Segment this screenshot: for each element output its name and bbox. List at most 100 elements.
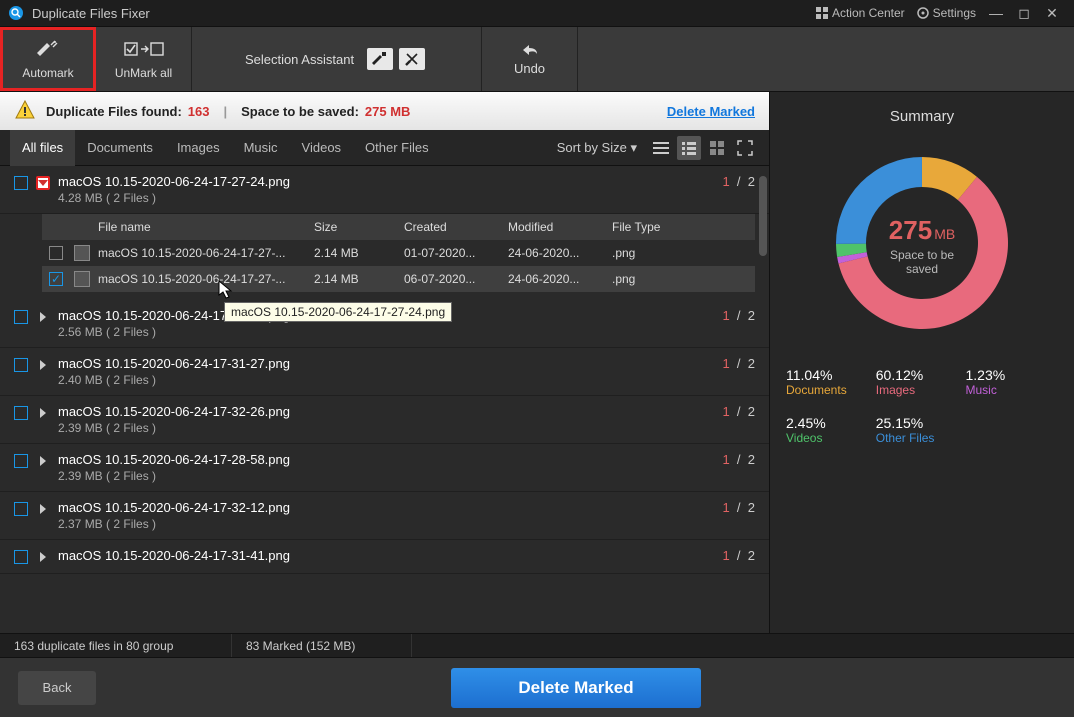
group-count: 1 / 2 [722, 500, 755, 515]
delete-marked-link[interactable]: Delete Marked [667, 104, 755, 119]
file-modified: 24-06-2020... [508, 246, 612, 260]
file-row[interactable]: macOS 10.15-2020-06-24-17-27-... 2.14 MB… [42, 240, 755, 266]
status-marked: 83 Marked (152 MB) [232, 634, 412, 657]
back-button[interactable]: Back [18, 671, 96, 705]
maximize-button[interactable]: ◻ [1010, 5, 1038, 22]
group-name: macOS 10.15-2020-06-24-17-28-58.png [58, 452, 722, 467]
bottom-bar: Back Delete Marked [0, 657, 1074, 717]
view-fullscreen-icon[interactable] [733, 136, 757, 160]
settings-button[interactable]: Settings [917, 6, 976, 20]
info-bar: Duplicate Files found: 163 | Space to be… [0, 92, 769, 130]
group-checkbox[interactable] [14, 406, 28, 420]
close-button[interactable]: ✕ [1038, 5, 1066, 22]
file-list[interactable]: macOS 10.15-2020-06-24-17-27-24.png 4.28… [0, 166, 769, 633]
view-grid-icon[interactable] [705, 136, 729, 160]
file-checkbox[interactable] [49, 246, 63, 260]
donut-sublabel: Space to besaved [786, 248, 1058, 277]
space-label: Space to be saved: [241, 104, 359, 119]
settings-label: Settings [933, 6, 976, 20]
group-checkbox[interactable] [14, 454, 28, 468]
summary-category: 25.15%Other Files [876, 415, 966, 445]
group-row[interactable]: macOS 10.15-2020-06-24-17-31-27.png 2.40… [0, 348, 769, 396]
status-duplicates: 163 duplicate files in 80 group [0, 634, 232, 657]
action-center-button[interactable]: Action Center [816, 6, 905, 20]
selection-assistant-label: Selection Assistant [245, 52, 354, 67]
tab-all-files[interactable]: All files [10, 130, 75, 166]
tab-music[interactable]: Music [232, 130, 290, 166]
statusbar: 163 duplicate files in 80 group 83 Marke… [0, 633, 1074, 657]
delete-marked-button[interactable]: Delete Marked [451, 668, 701, 708]
unmark-label: UnMark all [115, 66, 172, 80]
group-meta: 2.56 MB ( 2 Files ) [58, 325, 722, 339]
group-expand-toggle[interactable] [36, 176, 50, 190]
warning-icon [14, 99, 36, 124]
tab-other-files[interactable]: Other Files [353, 130, 441, 166]
group-count: 1 / 2 [722, 308, 755, 323]
undo-icon [519, 42, 541, 61]
action-center-label: Action Center [832, 6, 905, 20]
group-expand-toggle[interactable] [36, 550, 50, 564]
tab-images[interactable]: Images [165, 130, 232, 166]
group-count: 1 / 2 [722, 452, 755, 467]
group-checkbox[interactable] [14, 550, 28, 564]
app-title: Duplicate Files Fixer [32, 6, 150, 21]
summary-category: 60.12%Images [876, 367, 966, 397]
group-row[interactable]: macOS 10.15-2020-06-24-17-31-41.png 1 / … [0, 540, 769, 574]
group-name: macOS 10.15-2020-06-24-17-31-41.png [58, 548, 722, 563]
unmark-all-button[interactable]: UnMark all [96, 27, 192, 91]
group-expand-toggle[interactable] [36, 454, 50, 468]
file-size: 2.14 MB [314, 272, 404, 286]
tab-videos[interactable]: Videos [290, 130, 354, 166]
group-checkbox[interactable] [14, 310, 28, 324]
group-row[interactable]: macOS 10.15-2020-06-24-17-32-26.png 2.39… [0, 396, 769, 444]
group-meta: 2.39 MB ( 2 Files ) [58, 421, 722, 435]
filename-tooltip: macOS 10.15-2020-06-24-17-27-24.png [224, 302, 452, 322]
file-checkbox[interactable]: ✓ [49, 272, 63, 286]
results-pane: Duplicate Files found: 163 | Space to be… [0, 92, 770, 633]
group-expand-toggle[interactable] [36, 310, 50, 324]
group-expand-toggle[interactable] [36, 358, 50, 372]
group-row[interactable]: macOS 10.15-2020-06-24-17-32-12.png 2.37… [0, 492, 769, 540]
tab-documents[interactable]: Documents [75, 130, 165, 166]
selection-assistant-button-1[interactable] [367, 48, 393, 70]
summary-title: Summary [786, 108, 1058, 125]
scrollbar[interactable] [759, 176, 767, 256]
space-value: 275 MB [365, 104, 411, 119]
view-list-icon[interactable] [649, 136, 673, 160]
donut-value: 275 [889, 215, 932, 245]
summary-categories: 11.04%Documents60.12%Images1.23%Music 2.4… [786, 367, 1058, 463]
automark-label: Automark [22, 66, 73, 80]
filter-tabs: All files Documents Images Music Videos … [0, 130, 769, 166]
file-row[interactable]: ✓ macOS 10.15-2020-06-24-17-27-... 2.14 … [42, 266, 755, 292]
group-count: 1 / 2 [722, 404, 755, 419]
summary-category: 2.45%Videos [786, 415, 876, 445]
sort-dropdown[interactable]: Sort by Size ▾ [557, 140, 637, 156]
group-meta: 2.37 MB ( 2 Files ) [58, 517, 722, 531]
minimize-button[interactable]: — [982, 5, 1010, 21]
summary-category: 1.23%Music [966, 367, 1056, 397]
group-expand-toggle[interactable] [36, 406, 50, 420]
group-row[interactable]: macOS 10.15-2020-06-24-17-27-24.png 4.28… [0, 166, 769, 214]
summary-category: 11.04%Documents [786, 367, 876, 397]
file-type-icon [70, 271, 94, 287]
group-meta: 2.39 MB ( 2 Files ) [58, 469, 722, 483]
automark-button[interactable]: Automark [0, 27, 96, 91]
group-expand-toggle[interactable] [36, 502, 50, 516]
group-checkbox[interactable] [14, 502, 28, 516]
file-table-header: File name Size Created Modified File Typ… [42, 214, 755, 240]
file-modified: 24-06-2020... [508, 272, 612, 286]
file-table: File name Size Created Modified File Typ… [42, 214, 755, 292]
group-checkbox[interactable] [14, 176, 28, 190]
summary-pane: Summary 275MB Space to besaved 11.04%Doc… [770, 92, 1074, 633]
undo-button[interactable]: Undo [482, 27, 578, 91]
file-created: 06-07-2020... [404, 272, 508, 286]
group-name: macOS 10.15-2020-06-24-17-32-12.png [58, 500, 722, 515]
content-area: Duplicate Files found: 163 | Space to be… [0, 92, 1074, 633]
unmark-icon [124, 38, 164, 60]
group-row[interactable]: macOS 10.15-2020-06-24-17-28-58.png 2.39… [0, 444, 769, 492]
group-name: macOS 10.15-2020-06-24-17-31-27.png [58, 356, 722, 371]
group-checkbox[interactable] [14, 358, 28, 372]
selection-assistant-button-2[interactable] [399, 48, 425, 70]
group-count: 1 / 2 [722, 548, 755, 563]
view-details-icon[interactable] [677, 136, 701, 160]
